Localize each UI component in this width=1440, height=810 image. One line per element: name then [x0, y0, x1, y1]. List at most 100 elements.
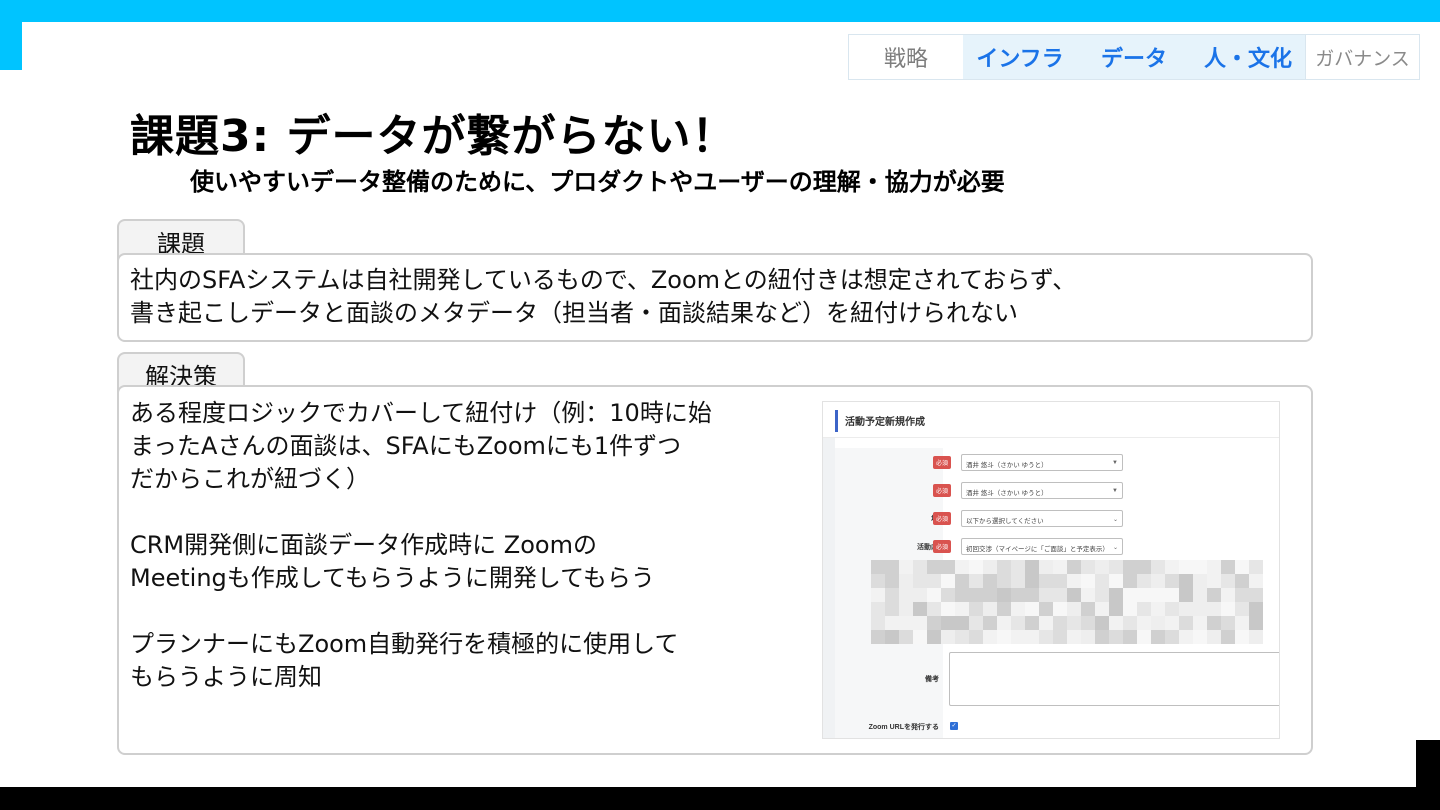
nav-tab-infra[interactable]: インフラ [963, 35, 1077, 79]
redaction-tile [1081, 630, 1095, 644]
redaction-tile [1039, 560, 1053, 574]
nav-tab-governance[interactable]: ガバナンス [1305, 35, 1419, 79]
redaction-tile [1053, 602, 1067, 616]
redaction-tile [1249, 602, 1263, 616]
redaction-tile [1109, 560, 1123, 574]
redaction-tile [997, 574, 1011, 588]
redaction-tile [1039, 602, 1053, 616]
redaction-tile [1025, 602, 1039, 616]
solution-text: ある程度ロジックでカバーして紐付け（例：10時に始 まったAさんの面談は、SFA… [130, 397, 770, 727]
place-select[interactable]: 以下から選択してください ⌄ [961, 510, 1123, 527]
required-badge: 必須 [933, 456, 951, 469]
issue-text: 社内のSFAシステムは自社開発しているもので、Zoomとの紐付きは想定されておら… [130, 264, 1076, 330]
redaction-tile [1123, 588, 1137, 602]
redaction-tile [1179, 630, 1193, 644]
solution-paragraph: プランナーにもZoom自動発行を積極的に使用して もらうように周知 [130, 628, 770, 694]
solution-line: CRM開発側に面談データ作成時に Zoomの [130, 531, 597, 559]
redaction-tile [983, 588, 997, 602]
solution-line: だからこれが紐づく） [130, 465, 370, 493]
redaction-tile [1193, 602, 1207, 616]
redaction-tile [1095, 560, 1109, 574]
top-accent-bar [0, 0, 1440, 22]
redaction-tile [983, 574, 997, 588]
redaction-tile [983, 630, 997, 644]
redaction-tile [1207, 616, 1221, 630]
chevron-down-icon: ⌄ [1112, 517, 1118, 523]
redaction-tile [1137, 560, 1151, 574]
redaction-tile [899, 602, 913, 616]
redaction-tile [1095, 602, 1109, 616]
required-badge: 必須 [933, 512, 951, 525]
redaction-tile [1067, 560, 1081, 574]
redaction-tile [1053, 588, 1067, 602]
solution-line: もらうように周知 [130, 663, 322, 691]
redaction-tile [1179, 574, 1193, 588]
redaction-tile [1011, 602, 1025, 616]
is-select[interactable]: 酒井 悠斗（さかい ゆうと） ▼ [961, 454, 1123, 471]
redaction-tile [1207, 560, 1221, 574]
redaction-tile [1025, 560, 1039, 574]
redaction-tile [1151, 574, 1165, 588]
redaction-tile [1081, 560, 1095, 574]
redaction-tile [885, 588, 899, 602]
redaction-tile [1011, 630, 1025, 644]
form-row-activity: 活動内容 必須 初回交渉（マイページに「ご面談」と予定表示） ⌄ [835, 538, 1275, 556]
redaction-tile [1123, 630, 1137, 644]
redaction-tile [1165, 574, 1179, 588]
form-screenshot: 活動予定新規作成 IS 必須 酒井 悠斗（さかい ゆうと）▼ FS 必須 酒井 … [822, 401, 1280, 739]
redaction-tile [1039, 630, 1053, 644]
redaction-tile [1165, 616, 1179, 630]
pixelated-redaction [871, 560, 1263, 644]
solution-line: ある程度ロジックでカバーして紐付け（例：10時に始 [130, 399, 712, 427]
chevron-down-icon: ▼ [1112, 488, 1118, 494]
redaction-tile [1165, 588, 1179, 602]
redaction-tile [885, 574, 899, 588]
fs-select[interactable]: 酒井 悠斗（さかい ゆうと） ▼ [961, 482, 1123, 499]
redaction-tile [899, 630, 913, 644]
redaction-tile [1235, 560, 1249, 574]
redaction-tile [969, 574, 983, 588]
slide-title: 課題3: データが繋がらない！ [130, 111, 737, 162]
redaction-tile [1039, 616, 1053, 630]
redaction-tile [1235, 574, 1249, 588]
redaction-tile [955, 574, 969, 588]
redaction-tile [997, 560, 1011, 574]
redaction-tile [969, 588, 983, 602]
redaction-tile [955, 630, 969, 644]
redaction-tile [955, 588, 969, 602]
redaction-tile [871, 560, 885, 574]
redaction-tile [1123, 616, 1137, 630]
activity-select[interactable]: 初回交渉（マイページに「ご面談」と予定表示） ⌄ [961, 538, 1123, 555]
redaction-tile [941, 574, 955, 588]
nav-tab-people-culture[interactable]: 人・文化 [1191, 35, 1305, 79]
redaction-tile [1221, 630, 1235, 644]
redaction-tile [1235, 602, 1249, 616]
redaction-tile [1151, 588, 1165, 602]
redaction-tile [941, 616, 955, 630]
redaction-tile [1039, 588, 1053, 602]
redaction-tile [1207, 574, 1221, 588]
redaction-tile [927, 560, 941, 574]
redaction-tile [871, 574, 885, 588]
nav-tab-strategy[interactable]: 戦略 [849, 35, 963, 79]
redaction-tile [913, 602, 927, 616]
redaction-tile [1025, 630, 1039, 644]
solution-paragraph: CRM開発側に面談データ作成時に Zoomの Meetingも作成してもらうよう… [130, 529, 770, 595]
redaction-tile [1109, 588, 1123, 602]
redaction-tile [1095, 616, 1109, 630]
redaction-tile [1137, 616, 1151, 630]
redaction-tile [997, 630, 1011, 644]
memo-textarea[interactable] [949, 652, 1279, 706]
redaction-tile [1235, 588, 1249, 602]
redaction-tile [997, 602, 1011, 616]
zoom-url-checkbox[interactable]: ✓ [950, 722, 958, 730]
redaction-tile [969, 560, 983, 574]
redaction-tile [1067, 602, 1081, 616]
redaction-tile [871, 616, 885, 630]
redaction-tile [1179, 616, 1193, 630]
nav-tab-data[interactable]: データ [1077, 35, 1191, 79]
form-header-accent [835, 410, 838, 432]
activity-select-value: 初回交渉（マイページに「ご面談」と予定表示） [966, 546, 1109, 553]
redaction-tile [1151, 630, 1165, 644]
redaction-tile [941, 630, 955, 644]
